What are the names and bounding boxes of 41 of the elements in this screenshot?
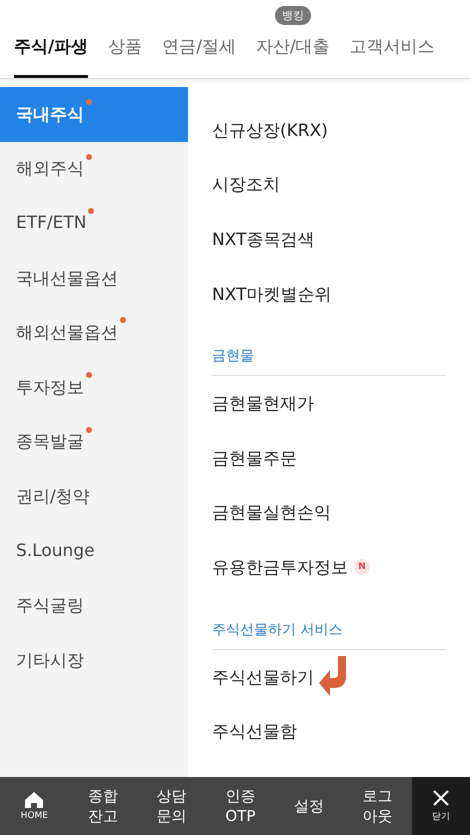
menu-tab[interactable]: 자산/대출 — [256, 31, 330, 78]
menu-item[interactable]: 주식선물하기 — [212, 666, 314, 689]
sidebar-item[interactable]: 투자정보 — [0, 360, 188, 415]
menu-tab[interactable]: 상품 — [108, 31, 142, 78]
menu-tab[interactable]: 연금/절세 — [162, 31, 236, 78]
sidebar-item[interactable]: 국내주식 — [0, 87, 188, 142]
sidebar-item[interactable]: 해외선물옵션 — [0, 305, 188, 360]
menu-item[interactable]: 금현물주문 — [212, 446, 297, 470]
menu-item[interactable]: NXT종목검색 — [212, 228, 314, 251]
menu-item[interactable]: 유용한금투자정보 — [212, 556, 348, 579]
tab-badge: 뱅킹 — [274, 6, 311, 25]
close-icon — [432, 789, 450, 807]
sidebar-item[interactable]: 국내선물옵션 — [0, 250, 188, 306]
new-badge: N — [354, 559, 370, 576]
menu-tab[interactable]: 주식/파생 — [14, 31, 88, 78]
home-icon — [25, 792, 44, 808]
sidebar-item[interactable]: S.Lounge — [0, 524, 188, 578]
bottom-bar-button[interactable]: 인증 OTP — [206, 777, 275, 835]
bottom-bar-button[interactable]: 설정 — [274, 777, 344, 835]
bottom-bar-button[interactable]: 상담 문의 — [137, 777, 206, 835]
sidebar-item[interactable]: 종목발굴 — [0, 414, 188, 470]
close-button[interactable]: 닫기 — [412, 777, 470, 835]
menu-item[interactable]: 주식선물함 — [212, 720, 297, 744]
sidebar-item[interactable]: 권리/청약 — [0, 469, 188, 524]
menu-item[interactable]: 신규상장(KRX) — [212, 118, 328, 142]
menu-item[interactable]: 시장조치 — [212, 173, 280, 196]
home-label: HOME — [20, 810, 48, 820]
sidebar-item[interactable]: 주식굴링 — [0, 578, 188, 633]
section-heading: 주식선물하기 서비스 — [212, 610, 446, 650]
bottom-bar-button[interactable]: 로그 아웃 — [343, 777, 412, 835]
sidebar-item[interactable]: 해외주식 — [0, 142, 188, 196]
bottom-bar-button[interactable]: 종합 잔고 — [68, 777, 138, 835]
section-heading: 금현물 — [212, 337, 446, 376]
menu-item[interactable]: 금현물현재가 — [212, 392, 314, 416]
close-label: 닫기 — [432, 811, 450, 823]
sidebar-item[interactable]: 기타시장 — [0, 632, 188, 688]
menu-item[interactable]: 금현물실현손익 — [212, 501, 331, 524]
home-button[interactable]: HOME — [0, 777, 69, 835]
menu-tab[interactable]: 고객서비스 — [350, 31, 435, 78]
menu-item[interactable]: NXT마켓별순위 — [212, 282, 332, 306]
sidebar-item[interactable]: ETF/ETN — [0, 196, 188, 251]
